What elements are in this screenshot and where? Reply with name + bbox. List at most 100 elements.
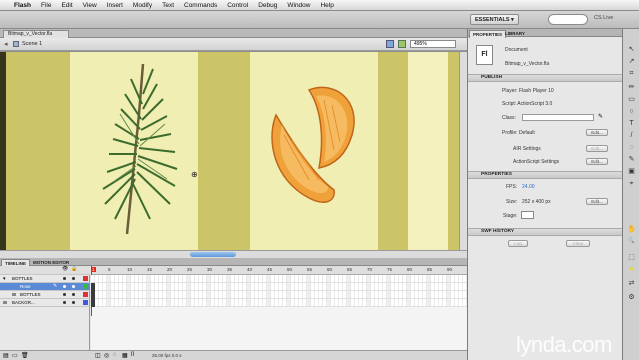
stage-color-swatch[interactable] <box>521 211 534 219</box>
layer-color-swatch[interactable] <box>83 276 88 281</box>
horizontal-scrollbar[interactable] <box>0 250 467 258</box>
size-edit-button[interactable]: Edit... <box>586 198 608 205</box>
lock-dot[interactable] <box>72 285 75 288</box>
visibility-dot[interactable] <box>63 301 66 304</box>
menu-modify[interactable]: Modify <box>133 2 152 9</box>
hand-tool-icon[interactable]: ✋ <box>626 225 637 234</box>
visibility-dot[interactable] <box>63 285 66 288</box>
lock-icon[interactable]: 🔒 <box>71 266 77 273</box>
layer-name[interactable]: BOTTLES <box>20 291 41 298</box>
brush-tool-icon[interactable]: ▣ <box>626 167 637 176</box>
bone-tool-icon[interactable]: ⌖ <box>626 179 637 188</box>
swf-history-section-header[interactable]: SWF HISTORY <box>468 228 623 236</box>
menu-help[interactable]: Help <box>320 2 333 9</box>
fps-value[interactable]: 24.00 <box>522 184 535 190</box>
profile-edit-button[interactable]: Edit... <box>586 129 608 136</box>
clear-button[interactable]: Clear <box>566 240 590 247</box>
layer-row-selected[interactable]: Rose ✎ <box>0 283 90 291</box>
visibility-dot[interactable] <box>63 277 66 280</box>
publish-section-header[interactable]: PUBLISH <box>468 74 623 82</box>
tab-library[interactable]: LIBRARY <box>502 30 528 37</box>
onion-markers-icon[interactable]: ⌷ <box>131 352 135 359</box>
cs-live-button[interactable]: CS Live <box>594 15 613 21</box>
edit-scene-icon[interactable] <box>386 40 394 48</box>
pen-tool-icon[interactable]: ✏ <box>626 83 637 92</box>
layer-name[interactable]: Rose <box>20 283 31 290</box>
visibility-dot[interactable] <box>63 293 66 296</box>
onion-outline-icon[interactable]: ◌ <box>113 352 117 358</box>
vertical-scrollbar[interactable] <box>459 52 467 250</box>
new-layer-icon[interactable]: ▤ <box>3 352 9 359</box>
menu-file[interactable]: File <box>41 2 51 9</box>
stage-band <box>408 52 448 250</box>
options-icon[interactable]: ⚙ <box>626 293 637 302</box>
pencil-icon[interactable]: ✎ <box>598 113 603 120</box>
layer-name[interactable]: BOTTLES <box>12 275 33 282</box>
rectangle-tool-icon[interactable]: ▭ <box>626 95 637 104</box>
back-arrow-icon[interactable]: ◂ <box>4 40 8 48</box>
stroke-color-icon[interactable]: ⬚ <box>626 253 637 262</box>
horizontal-scroll-thumb[interactable] <box>190 252 236 257</box>
ruler-tick: 20 <box>167 267 173 272</box>
layer-color-swatch[interactable] <box>83 300 88 305</box>
air-settings-button[interactable]: Edit... <box>586 145 608 152</box>
ruler-tick: 35 <box>227 267 233 272</box>
menu-window[interactable]: Window <box>287 2 310 9</box>
menu-edit[interactable]: Edit <box>61 2 72 9</box>
free-transform-tool-icon[interactable]: ⌗ <box>626 69 637 78</box>
layer-row[interactable]: BACKGR... <box>0 299 90 307</box>
edit-symbol-icon[interactable] <box>398 40 406 48</box>
as-settings-button[interactable]: Edit... <box>586 158 608 165</box>
lock-dot[interactable] <box>72 293 75 296</box>
menu-commands[interactable]: Commands <box>184 2 217 9</box>
lock-dot[interactable] <box>72 277 75 280</box>
layer-color-swatch[interactable] <box>83 284 88 289</box>
layer-color-swatch[interactable] <box>83 292 88 297</box>
doc-name-label: Bitmap_v_Vector.fla <box>505 61 550 67</box>
frame-cells[interactable] <box>91 275 467 309</box>
menu-text[interactable]: Text <box>162 2 174 9</box>
menu-debug[interactable]: Debug <box>258 2 277 9</box>
rosemary-bitmap[interactable] <box>95 54 185 239</box>
size-label: Size: <box>506 199 518 205</box>
frame-grid[interactable]: 1 5 10 15 20 25 30 35 40 45 50 55 60 65 … <box>91 266 467 360</box>
center-frame-icon[interactable]: ◫ <box>95 352 101 359</box>
line-tool-icon[interactable]: / <box>626 131 637 140</box>
tab-properties[interactable]: PROPERTIES <box>469 30 507 38</box>
layer-row[interactable]: ▾ BOTTLES <box>0 275 90 283</box>
text-tool-icon[interactable]: T <box>626 119 637 128</box>
menu-app[interactable]: Flash <box>14 2 31 9</box>
search-input[interactable] <box>548 14 588 25</box>
edit-multiple-icon[interactable]: ▦ <box>122 352 128 359</box>
tab-motion-editor[interactable]: MOTION EDITOR <box>30 259 72 266</box>
layer-name[interactable]: BACKGR... <box>12 299 35 306</box>
document-tab[interactable]: Bitmap_v_Vector.fla <box>3 30 70 38</box>
log-button[interactable]: Log <box>508 240 528 247</box>
swap-colors-icon[interactable]: ⇄ <box>626 279 637 288</box>
class-input[interactable] <box>522 114 594 121</box>
eye-icon[interactable]: 👁 <box>62 266 68 273</box>
subselection-tool-icon[interactable]: ↗ <box>626 57 637 66</box>
onion-skin-icon[interactable]: ◎ <box>104 352 109 359</box>
zoom-field[interactable]: 495% <box>410 40 456 48</box>
zoom-tool-icon[interactable]: 🔍 <box>626 237 637 246</box>
fill-color-icon[interactable]: ■ <box>626 265 637 274</box>
stage[interactable]: ⊕ <box>0 52 459 250</box>
menu-insert[interactable]: Insert <box>107 2 123 9</box>
layer-row[interactable]: BOTTLES <box>0 291 90 299</box>
oval-tool-icon[interactable]: ○ <box>626 107 637 116</box>
properties-section-header[interactable]: PROPERTIES <box>468 171 623 179</box>
lasso-tool-icon[interactable]: ◌ <box>626 143 637 152</box>
workspace-switcher[interactable]: ESSENTIALS ▾ <box>470 14 519 25</box>
delete-layer-icon[interactable]: 🗑 <box>21 352 29 359</box>
selection-tool-icon[interactable]: ↖ <box>626 45 637 54</box>
orange-slices-vector[interactable] <box>264 80 364 210</box>
frame-ruler[interactable]: 1 5 10 15 20 25 30 35 40 45 50 55 60 65 … <box>91 266 467 275</box>
script-label: Script: ActionScript 3.0 <box>502 101 553 107</box>
menu-view[interactable]: View <box>83 2 97 9</box>
new-folder-icon[interactable]: ▭ <box>12 352 18 359</box>
lock-dot[interactable] <box>72 301 75 304</box>
menu-control[interactable]: Control <box>227 2 248 9</box>
pencil-tool-icon[interactable]: ✎ <box>626 155 637 164</box>
stage-band <box>0 52 6 250</box>
